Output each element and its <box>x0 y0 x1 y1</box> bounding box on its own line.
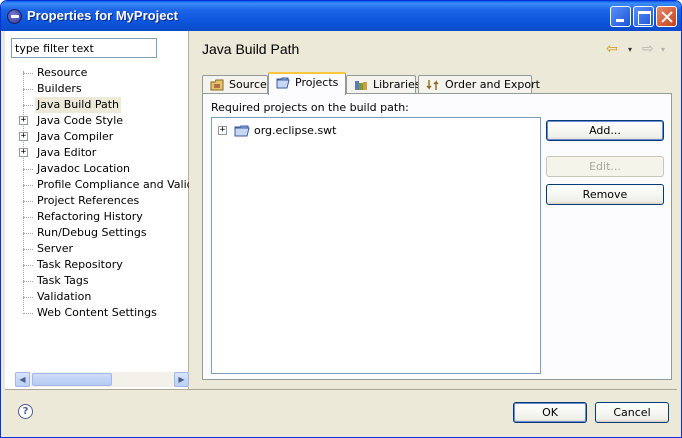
tree-item[interactable]: Builders <box>5 81 189 97</box>
tree-item-label: Run/Debug Settings <box>37 226 147 239</box>
tree-item[interactable]: Refactoring History <box>5 209 189 225</box>
page-title: Java Build Path <box>202 41 300 57</box>
required-projects-label: Required projects on the build path: <box>211 101 409 114</box>
expand-icon[interactable]: + <box>218 126 227 135</box>
cancel-button[interactable]: Cancel <box>595 402 669 423</box>
filter-input[interactable] <box>11 38 157 58</box>
tab-libraries-label: Libraries <box>373 78 421 91</box>
tree-connector <box>23 281 33 282</box>
expand-icon[interactable]: + <box>19 116 28 125</box>
title-bar[interactable]: Properties for MyProject <box>1 1 681 31</box>
tree-item-label: Java Editor <box>37 146 97 159</box>
tab-source[interactable]: Source <box>202 75 268 95</box>
tree-item-label: Java Compiler <box>37 130 114 143</box>
tree-item-label: Java Code Style <box>37 114 124 127</box>
minimize-button[interactable] <box>610 6 631 27</box>
back-arrow-icon[interactable]: ⇦ <box>606 41 618 57</box>
tree-item-label: Builders <box>37 82 82 95</box>
tree-item-label: Server <box>37 242 74 255</box>
tree-item[interactable]: Task Repository <box>5 257 189 273</box>
order-export-icon <box>426 80 439 90</box>
tree-item-label: Profile Compliance and Validation <box>37 178 189 191</box>
tree-item[interactable]: Java Build Path <box>5 97 189 113</box>
tree-connector <box>23 313 33 314</box>
tree-item-label: Task Repository <box>37 258 123 271</box>
back-dropdown-icon[interactable]: ▾ <box>628 45 632 54</box>
close-button[interactable] <box>656 6 677 27</box>
tab-projects-label: Projects <box>295 76 339 89</box>
project-folder-icon <box>276 77 290 89</box>
source-folder-icon <box>210 79 224 91</box>
add-button[interactable]: Add... <box>546 120 664 141</box>
tree-item[interactable]: Profile Compliance and Validation <box>5 177 189 193</box>
projects-tab-panel: Required projects on the build path: + o… <box>202 93 672 380</box>
property-page-tree: Resource Builders Java Build Path + Java Cod… <box>5 65 189 321</box>
remove-button[interactable]: Remove <box>546 184 664 205</box>
tree-item[interactable]: + Java Compiler <box>5 129 189 145</box>
tree-connector <box>23 73 33 74</box>
tree-item-label: Validation <box>37 290 92 303</box>
required-projects-list[interactable]: + org.eclipse.swt <box>211 117 541 374</box>
left-panel: Resource Builders Java Build Path + Java Cod… <box>5 31 189 389</box>
tree-connector <box>23 201 33 202</box>
tab-libraries[interactable]: Libraries <box>346 75 421 95</box>
tab-source-label: Source <box>229 78 267 91</box>
tree-connector <box>23 105 33 106</box>
tab-order-and-export[interactable]: Order and Export <box>418 75 540 95</box>
forward-dropdown-icon: ▾ <box>661 45 666 54</box>
horizontal-scrollbar[interactable]: ◀ ▶ <box>15 372 189 387</box>
tree-item[interactable]: Project References <box>5 193 189 209</box>
tree-item-label: Web Content Settings <box>37 306 157 319</box>
tree-item-label: Javadoc Location <box>37 162 131 175</box>
tree-connector <box>23 185 33 186</box>
eclipse-icon <box>7 9 22 24</box>
properties-dialog: Properties for MyProject Resource Builder… <box>0 0 682 438</box>
tree-item-label: Java Build Path <box>35 97 122 113</box>
tree-item[interactable]: Resource <box>5 65 189 81</box>
tree-item[interactable]: Web Content Settings <box>5 305 189 321</box>
project-name: org.eclipse.swt <box>254 124 337 137</box>
footer-separator <box>5 389 677 390</box>
ok-button[interactable]: OK <box>513 402 587 423</box>
edit-button[interactable]: Edit... <box>546 156 664 177</box>
libraries-icon <box>355 81 367 90</box>
tree-connector <box>23 233 33 234</box>
scroll-right-icon[interactable]: ▶ <box>174 372 189 387</box>
tree-item-label: Resource <box>37 66 88 79</box>
scroll-left-icon[interactable]: ◀ <box>15 372 30 387</box>
tree-connector <box>23 169 33 170</box>
forward-arrow-icon: ⇨ <box>642 41 654 57</box>
project-folder-icon <box>234 125 250 137</box>
expand-icon[interactable]: + <box>19 132 28 141</box>
tree-item-label: Project References <box>37 194 140 207</box>
tree-item[interactable]: + Java Editor <box>5 145 189 161</box>
tab-order-and-export-label: Order and Export <box>445 78 540 91</box>
tree-connector <box>23 89 33 90</box>
window-title: Properties for MyProject <box>27 8 178 23</box>
tree-item[interactable]: + Java Code Style <box>5 113 189 129</box>
tree-item[interactable]: Run/Debug Settings <box>5 225 189 241</box>
help-icon[interactable]: ? <box>18 404 33 419</box>
tree-connector <box>23 297 33 298</box>
tree-connector <box>23 249 33 250</box>
scroll-thumb[interactable] <box>32 373 112 386</box>
expand-icon[interactable]: + <box>19 148 28 157</box>
tree-item[interactable]: Validation <box>5 289 189 305</box>
tree-item[interactable]: Javadoc Location <box>5 161 189 177</box>
tab-projects[interactable]: Projects <box>268 72 346 95</box>
maximize-button[interactable] <box>633 6 654 27</box>
tree-connector <box>23 217 33 218</box>
tree-connector <box>23 265 33 266</box>
tree-item-label: Task Tags <box>37 274 89 287</box>
tree-item-label: Refactoring History <box>37 210 143 223</box>
tree-item[interactable]: Task Tags <box>5 273 189 289</box>
tree-item[interactable]: Server <box>5 241 189 257</box>
